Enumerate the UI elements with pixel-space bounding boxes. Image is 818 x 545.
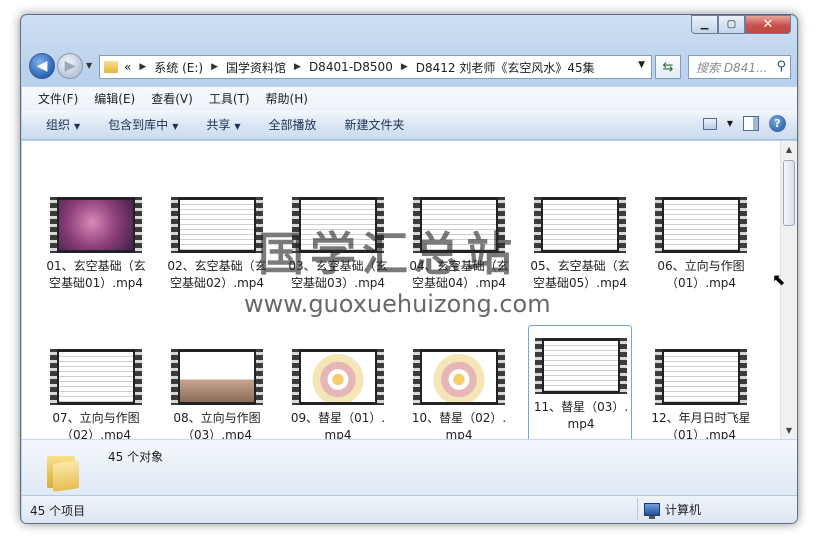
status-bar: 45 个项目 计算机	[22, 495, 797, 523]
view-options-chevron-icon[interactable]: ▼	[727, 119, 733, 128]
thumbnail-frame	[59, 200, 133, 250]
video-thumbnail	[655, 349, 747, 405]
recent-pages-chevron-icon[interactable]: ▼	[86, 61, 92, 70]
thumbnail-frame	[59, 352, 133, 402]
breadcrumb-range[interactable]: D8401-D8500	[309, 60, 393, 74]
video-thumbnail	[50, 349, 142, 405]
navigation-row: ◀ ▶ ▼ « ▶ 系统 (E:) ▶ 国学资料馆 ▶ D8401-D8500 …	[29, 53, 791, 81]
menu-view[interactable]: 查看(V)	[151, 90, 193, 107]
menu-bar: 文件(F) 编辑(E) 查看(V) 工具(T) 帮助(H)	[22, 87, 797, 109]
watermark-text: 国学汇总站	[258, 227, 518, 281]
video-thumbnail	[292, 349, 384, 405]
command-bar: 组织 ▼ 包含到库中 ▼ 共享 ▼ 全部播放 新建文件夹 ▼ ?	[22, 109, 797, 140]
minimize-icon[interactable]: ▁	[691, 15, 718, 34]
video-thumbnail	[655, 197, 747, 253]
breadcrumb-overflow[interactable]: «	[124, 60, 131, 74]
search-icon[interactable]: ⚲	[776, 59, 786, 74]
back-button[interactable]: ◀	[29, 53, 55, 79]
thumbnail-frame	[180, 352, 254, 402]
scroll-up-icon[interactable]: ▲	[781, 141, 797, 158]
video-thumbnail	[171, 349, 263, 405]
new-folder-button[interactable]: 新建文件夹	[345, 116, 405, 133]
chevron-down-icon: ▼	[172, 122, 179, 131]
menu-tools[interactable]: 工具(T)	[209, 90, 250, 107]
file-name: 01、玄空基础（玄空基础01）.mp4	[46, 259, 146, 290]
thumbnail-frame	[544, 341, 618, 391]
thumbnail-frame	[664, 200, 738, 250]
thumbnail-frame	[422, 352, 496, 402]
location-label: 计算机	[665, 503, 702, 517]
address-dropdown-icon[interactable]: ▼	[638, 60, 645, 70]
menu-help[interactable]: 帮助(H)	[266, 90, 308, 107]
file-name: 06、立向与作图（01）.mp4	[657, 259, 745, 290]
status-divider	[637, 498, 638, 520]
close-icon[interactable]: ✕	[745, 15, 791, 34]
caption-buttons: ▁ ▢ ✕	[691, 15, 791, 34]
video-thumbnail	[534, 197, 626, 253]
change-view-icon[interactable]	[702, 117, 717, 130]
search-placeholder: 搜索 D841...	[696, 60, 768, 75]
breadcrumb-separator-icon[interactable]: ▶	[294, 62, 301, 72]
folder-icon	[104, 61, 118, 73]
item-count: 45 个项目	[30, 504, 86, 518]
file-name: 11、替星（03）.mp4	[533, 400, 629, 431]
refresh-button[interactable]: ⇆	[655, 55, 681, 79]
menu-edit[interactable]: 编辑(E)	[94, 90, 135, 107]
maximize-icon[interactable]: ▢	[718, 15, 745, 34]
menu-file[interactable]: 文件(F)	[38, 90, 78, 107]
video-thumbnail	[171, 197, 263, 253]
preview-pane-icon[interactable]	[743, 116, 759, 131]
breadcrumb-current[interactable]: D8412 刘老师《玄空风水》45集	[416, 59, 595, 76]
include-library-label: 包含到库中	[108, 118, 169, 132]
object-count: 45 个对象	[108, 450, 164, 464]
location-indicator: 计算机	[644, 501, 702, 519]
folder-icon	[47, 452, 81, 492]
breadcrumb-separator-icon[interactable]: ▶	[211, 62, 218, 72]
thumbnail-frame	[543, 200, 617, 250]
watermark-url: www.guoxuehuizong.com	[244, 290, 551, 318]
file-name: 02、玄空基础（玄空基础02）.mp4	[167, 259, 267, 290]
view-controls: ▼ ?	[702, 115, 786, 132]
help-icon[interactable]: ?	[769, 115, 786, 132]
file-name: 05、玄空基础（玄空基础05）.mp4	[530, 259, 630, 290]
forward-button[interactable]: ▶	[57, 53, 83, 79]
scroll-thumb[interactable]	[783, 160, 795, 226]
chevron-down-icon: ▼	[234, 122, 241, 131]
include-library-button[interactable]: 包含到库中 ▼	[108, 116, 178, 133]
share-label: 共享	[206, 118, 231, 132]
video-thumbnail	[413, 349, 505, 405]
file-item[interactable]: 06、立向与作图（01）.mp4	[649, 185, 753, 319]
mouse-cursor-icon: ⬉	[772, 270, 786, 289]
vertical-scrollbar[interactable]: ▲ ▼	[780, 141, 797, 439]
thumbnail-frame	[180, 200, 254, 250]
breadcrumb-library[interactable]: 国学资料馆	[226, 59, 286, 76]
share-button[interactable]: 共享 ▼	[206, 116, 240, 133]
breadcrumb-drive[interactable]: 系统 (E:)	[154, 59, 203, 76]
scroll-down-icon[interactable]: ▼	[781, 422, 797, 439]
computer-icon	[644, 503, 660, 519]
video-thumbnail	[50, 197, 142, 253]
organize-label: 组织	[46, 118, 71, 132]
breadcrumb-separator-icon[interactable]: ▶	[401, 62, 408, 72]
details-pane: 45 个对象	[22, 439, 797, 495]
organize-button[interactable]: 组织 ▼	[46, 116, 80, 133]
chevron-down-icon: ▼	[74, 122, 81, 131]
thumbnail-frame	[301, 352, 375, 402]
address-bar[interactable]: « ▶ 系统 (E:) ▶ 国学资料馆 ▶ D8401-D8500 ▶ D841…	[99, 55, 652, 79]
breadcrumb-separator-icon[interactable]: ▶	[139, 62, 146, 72]
file-item[interactable]: 01、玄空基础（玄空基础01）.mp4	[44, 185, 148, 319]
search-input[interactable]: 搜索 D841... ⚲	[688, 55, 791, 79]
play-all-button[interactable]: 全部播放	[269, 116, 317, 133]
video-thumbnail	[535, 338, 627, 394]
thumbnail-frame	[664, 352, 738, 402]
